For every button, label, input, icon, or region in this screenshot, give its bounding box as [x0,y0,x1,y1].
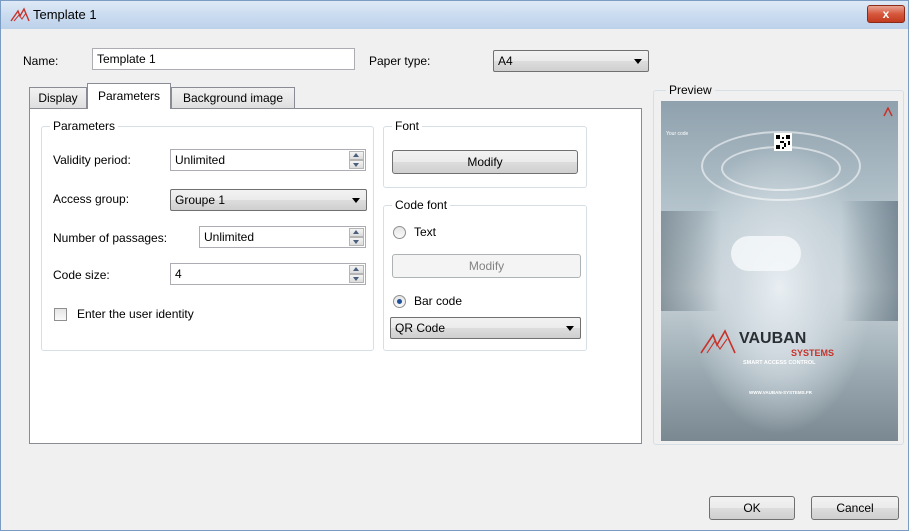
paper-type-label: Paper type: [369,54,431,68]
app-logo-icon [10,7,30,23]
access-group-select[interactable]: Groupe 1 [170,189,367,211]
font-modify-button[interactable]: Modify [392,150,578,174]
qr-code-icon [774,133,792,151]
paper-type-value: A4 [498,54,513,68]
chevron-down-icon [352,198,360,203]
paper-type-select[interactable]: A4 [493,50,649,72]
bar-code-option-label: Bar code [414,294,463,308]
spin-up-icon[interactable] [349,228,364,237]
logo-url-text: WWW.VAUBAN-SYSTEMS.FR [749,390,812,395]
logo-tagline-text: SMART ACCESS CONTROL [743,360,816,366]
name-label: Name: [23,54,59,68]
ok-button[interactable]: OK [709,496,795,520]
spin-down-icon[interactable] [349,160,364,169]
validity-period-stepper[interactable]: Unlimited [170,149,366,171]
chevron-down-icon [634,59,642,64]
code-size-label: Code size: [53,268,110,282]
spin-down-icon[interactable] [349,237,364,246]
user-identity-checkbox[interactable] [54,308,67,321]
close-button[interactable]: x [867,5,905,23]
number-of-passages-stepper[interactable]: Unlimited [199,226,366,248]
validity-period-value: Unlimited [175,153,226,167]
preview-corner-text: Your code [666,131,689,137]
preview-group: Preview Your code VAUBAN SYSTEMS SMART A… [653,83,904,445]
bar-code-type-value: QR Code [395,321,446,335]
text-option-radio[interactable] [393,226,406,239]
corner-accent-icon [883,106,893,117]
tab-parameters[interactable]: Parameters [87,83,171,109]
parameters-tab-panel: Parameters Validity period: Unlimited Ac… [29,108,642,444]
number-of-passages-value: Unlimited [204,230,255,244]
number-of-passages-label: Number of passages: [53,231,168,245]
text-option-label: Text [414,225,437,239]
tab-background-image[interactable]: Background image [171,87,295,108]
access-group-label: Access group: [53,192,130,206]
title-bar[interactable]: Template 1 x [1,1,908,29]
right-wall [841,201,898,321]
bar-code-type-select[interactable]: QR Code [390,317,581,339]
close-icon: x [882,7,890,21]
spin-down-icon[interactable] [349,274,364,283]
ceiling-ring [721,146,841,191]
tab-display[interactable]: Display [29,87,87,108]
validity-period-label: Validity period: [53,153,131,167]
logo-systems-text: SYSTEMS [791,348,835,358]
window-title: Template 1 [33,7,97,22]
chevron-down-icon [566,326,574,331]
code-font-group-title: Code font [392,198,451,212]
preview-title: Preview [666,83,715,97]
code-size-stepper[interactable]: 4 [170,263,366,285]
cancel-button[interactable]: Cancel [811,496,899,520]
name-input[interactable]: Template 1 [92,48,355,70]
access-group-value: Groupe 1 [175,193,226,207]
spin-up-icon[interactable] [349,265,364,274]
reception-desk [731,236,801,271]
font-group: Font Modify [383,119,587,188]
user-identity-label: Enter the user identity [77,307,194,321]
parameters-group-title: Parameters [50,119,119,133]
code-font-modify-button[interactable]: Modify [392,254,581,278]
validity-period-spin [349,151,364,169]
code-font-group: Code font Text Modify Bar code QR Code [383,198,587,351]
parameters-group: Parameters Validity period: Unlimited Ac… [41,119,374,351]
template-dialog: Template 1 x Name: Template 1 Paper type… [0,0,909,531]
font-group-title: Font [392,119,423,133]
spin-up-icon[interactable] [349,151,364,160]
preview-image: Your code VAUBAN SYSTEMS SMART ACCESS CO… [661,101,898,441]
vauban-logo-icon [699,329,737,355]
left-wall [661,211,721,311]
bar-code-option-radio[interactable] [393,295,406,308]
code-size-value: 4 [175,267,182,281]
number-of-passages-spin [349,228,364,246]
code-size-spin [349,265,364,283]
logo-main-text: VAUBAN [739,330,807,347]
